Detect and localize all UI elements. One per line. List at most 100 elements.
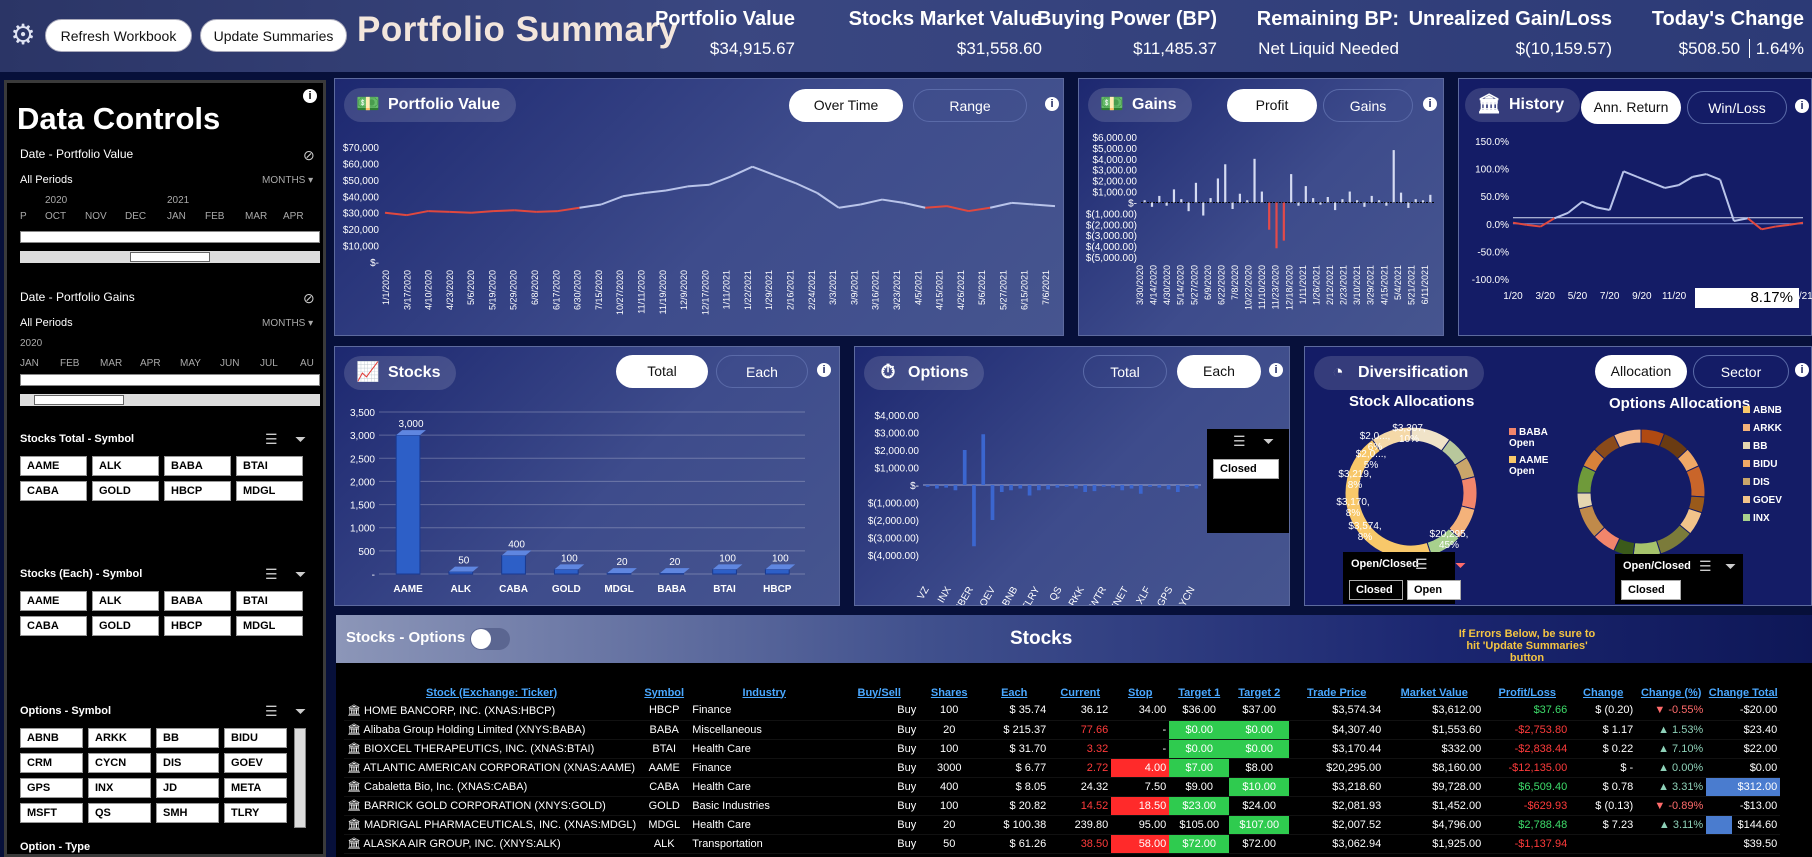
win-loss-toggle[interactable]: Win/Loss <box>1687 91 1787 124</box>
options-each-toggle[interactable]: Each <box>1177 355 1261 388</box>
slicer-chip-caba[interactable]: CABA <box>20 481 87 501</box>
clear-filter-icon[interactable]: ⊘ <box>303 147 315 164</box>
column-header[interactable]: Each <box>979 684 1049 701</box>
multi-select-icon[interactable]: ☰ <box>265 566 278 583</box>
slicer-chip-alk[interactable]: ALK <box>92 591 159 611</box>
info-icon[interactable]: i <box>1269 363 1283 377</box>
table-row[interactable]: 🏛 HOME BANCORP, INC. (XNAS:HBCP) HBCP Fina… <box>344 701 1781 721</box>
clear-filter-icon[interactable]: ⏷ <box>1455 557 1466 574</box>
slicer-chip-baba[interactable]: BABA <box>164 591 231 611</box>
column-header[interactable]: Industry <box>689 684 839 701</box>
column-header[interactable]: Symbol <box>639 684 689 701</box>
slicer-chip-aame[interactable]: AAME <box>20 591 87 611</box>
info-icon[interactable]: i <box>1045 97 1059 111</box>
ann-return-toggle[interactable]: Ann. Return <box>1581 91 1681 124</box>
stocks-options-switch[interactable] <box>470 628 510 650</box>
date-gains-timeline[interactable] <box>20 374 320 386</box>
slicer-chip-meta[interactable]: META <box>224 778 287 798</box>
multi-select-icon[interactable]: ☰ <box>265 703 278 720</box>
gear-icon[interactable]: ⚙ <box>8 20 38 50</box>
profit-toggle[interactable]: Profit <box>1227 89 1317 122</box>
slicer-chip-bidu[interactable]: BIDU <box>224 728 287 748</box>
table-row[interactable]: 🏛 BIOXCEL THERAPEUTICS, INC. (XNAS:BTAI)… <box>344 739 1781 759</box>
stocks-total-toggle[interactable]: Total <box>616 355 708 388</box>
slicer-chip-btai[interactable]: BTAI <box>236 591 303 611</box>
slicer-chip-gold[interactable]: GOLD <box>92 616 159 636</box>
slicer-chip-mdgl[interactable]: MDGL <box>236 616 303 636</box>
column-header[interactable]: Target 1 <box>1169 684 1229 701</box>
slicer-chip-abnb[interactable]: ABNB <box>20 728 83 748</box>
slicer-chip-hbcp[interactable]: HBCP <box>164 616 231 636</box>
slicer-chip-qs[interactable]: QS <box>88 803 151 823</box>
date-value-unit[interactable]: MONTHS ▾ <box>262 175 313 186</box>
refresh-workbook-button[interactable]: Refresh Workbook <box>45 19 192 52</box>
over-time-toggle[interactable]: Over Time <box>789 89 903 122</box>
scroll-thumb[interactable] <box>34 395 124 405</box>
options-closed-chip[interactable]: Closed <box>1213 459 1279 479</box>
multi-select-icon[interactable]: ☰ <box>1415 556 1428 573</box>
clear-filter-icon[interactable]: ⊘ <box>303 290 315 307</box>
slicer-chip-alk[interactable]: ALK <box>92 456 159 476</box>
filter-icon[interactable]: ⏷ <box>295 566 306 583</box>
closed-chip[interactable]: Closed <box>1621 580 1681 600</box>
date-value-timeline[interactable] <box>20 231 320 243</box>
table-row[interactable]: 🏛 ATLANTIC AMERICAN CORPORATION (XNAS:AA… <box>344 758 1781 778</box>
switch-knob[interactable] <box>471 629 491 649</box>
table-row[interactable]: 🏛 Cabaletta Bio, Inc. (XNAS:CABA) CABA Hea… <box>344 777 1781 797</box>
column-header[interactable]: Change <box>1570 684 1636 701</box>
info-icon[interactable]: i <box>817 363 831 377</box>
slicer-chip-aame[interactable]: AAME <box>20 456 87 476</box>
multi-select-icon[interactable]: ☰ <box>1699 558 1712 575</box>
column-header[interactable]: Change (%) <box>1636 684 1706 701</box>
filter-icon[interactable]: ⏷ <box>295 431 306 448</box>
column-header[interactable]: Change Total <box>1706 684 1780 701</box>
slicer-chip-smh[interactable]: SMH <box>156 803 219 823</box>
multi-select-icon[interactable]: ☰ <box>1233 433 1246 450</box>
slicer-chip-inx[interactable]: INX <box>88 778 151 798</box>
gains-toggle[interactable]: Gains <box>1323 89 1413 122</box>
column-header[interactable]: Trade Price <box>1289 684 1384 701</box>
table-row[interactable]: 🏛 BARRICK GOLD CORPORATION (XNYS:GOLD) GO… <box>344 796 1781 816</box>
slicer-chip-crm[interactable]: CRM <box>20 753 83 773</box>
options-total-toggle[interactable]: Total <box>1083 355 1167 388</box>
sector-toggle[interactable]: Sector <box>1693 355 1789 388</box>
slicer-chip-baba[interactable]: BABA <box>164 456 231 476</box>
slicer-chip-arkk[interactable]: ARKK <box>88 728 151 748</box>
multi-select-icon[interactable]: ☰ <box>265 431 278 448</box>
slicer-chip-hbcp[interactable]: HBCP <box>164 481 231 501</box>
open-chip[interactable]: Open <box>1407 580 1461 600</box>
slicer-chip-btai[interactable]: BTAI <box>236 456 303 476</box>
slicer-chip-mdgl[interactable]: MDGL <box>236 481 303 501</box>
slicer-chip-msft[interactable]: MSFT <box>20 803 83 823</box>
allocation-toggle[interactable]: Allocation <box>1595 355 1687 388</box>
slicer-chip-cycn[interactable]: CYCN <box>88 753 151 773</box>
date-gains-scrollbar[interactable] <box>20 394 320 406</box>
table-row[interactable]: 🏛 ALASKA AIR GROUP, INC. (XNYS:ALK) ALK Tr… <box>344 834 1781 854</box>
column-header[interactable]: Profit/Loss <box>1484 684 1570 701</box>
slicer-chip-bb[interactable]: BB <box>156 728 219 748</box>
slicer-chip-gps[interactable]: GPS <box>20 778 83 798</box>
table-row[interactable]: 🏛 Alibaba Group Holding Limited (XNYS:BA… <box>344 720 1781 740</box>
column-header[interactable]: Buy/Sell <box>839 684 919 701</box>
column-header[interactable]: Current <box>1049 684 1111 701</box>
slicer-chip-jd[interactable]: JD <box>156 778 219 798</box>
filter-icon[interactable]: ⏷ <box>295 703 306 720</box>
slicer-chip-goev[interactable]: GOEV <box>224 753 287 773</box>
stocks-each-toggle[interactable]: Each <box>716 355 808 388</box>
column-header[interactable]: Stock (Exchange: Ticker) <box>344 684 639 701</box>
column-header[interactable]: Market Value <box>1384 684 1484 701</box>
slicer-chip-tlry[interactable]: TLRY <box>224 803 287 823</box>
update-summaries-button[interactable]: Update Summaries <box>200 19 347 52</box>
column-header[interactable]: Shares <box>919 684 979 701</box>
slicer-chip-dis[interactable]: DIS <box>156 753 219 773</box>
slicer-chip-caba[interactable]: CABA <box>20 616 87 636</box>
scroll-thumb[interactable] <box>130 252 210 262</box>
options-scrollbar[interactable] <box>294 728 306 828</box>
info-icon[interactable]: i <box>1795 99 1809 113</box>
filter-icon[interactable]: ⏷ <box>1263 433 1274 450</box>
table-row[interactable]: 🏛 MADRIGAL PHARMACEUTICALS, INC. (XNAS:M… <box>344 815 1781 835</box>
date-value-scrollbar[interactable] <box>20 251 320 263</box>
date-gains-unit[interactable]: MONTHS ▾ <box>262 318 313 329</box>
slicer-chip-gold[interactable]: GOLD <box>92 481 159 501</box>
closed-chip[interactable]: Closed <box>1349 580 1403 600</box>
